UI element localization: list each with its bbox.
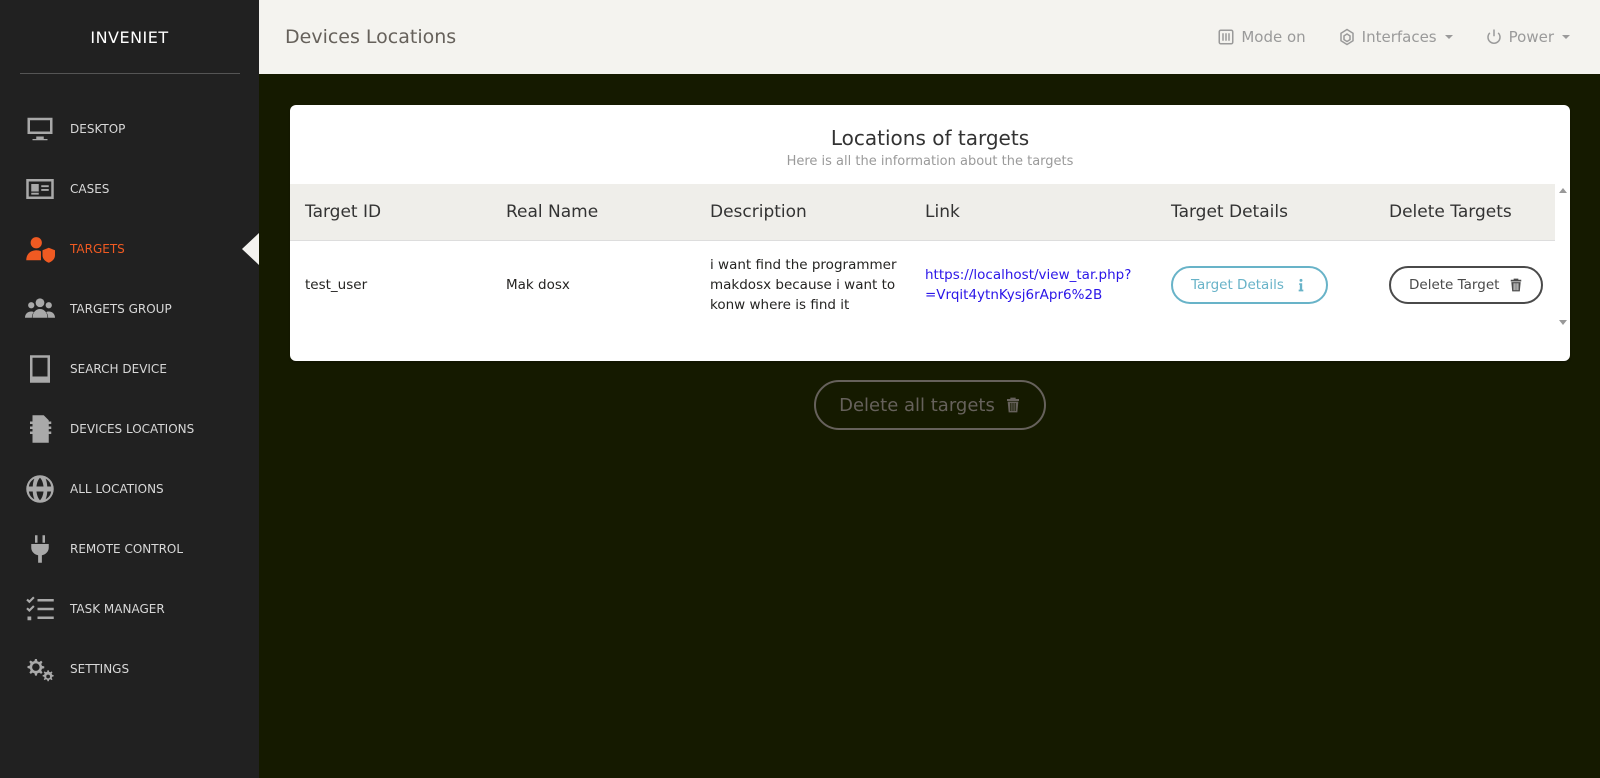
task-list-icon [25, 594, 55, 624]
tablet-icon [25, 354, 55, 384]
globe-icon [25, 474, 55, 504]
sidebar-item-label: TASK MANAGER [70, 602, 165, 616]
column-header-target-id: Target ID [290, 184, 491, 241]
equalizer-icon [1218, 29, 1234, 45]
table-row: test_user Mak dosx i want find the progr… [290, 240, 1555, 330]
power-label: Power [1508, 28, 1554, 46]
page-title: Devices Locations [285, 26, 457, 48]
sidebar-item-remote-control[interactable]: REMOTE CONTROL [0, 519, 259, 579]
mode-toggle[interactable]: Mode on [1217, 28, 1306, 46]
card-title: Locations of targets [830, 126, 1030, 150]
power-dropdown[interactable]: Power [1485, 28, 1570, 46]
active-indicator [242, 233, 259, 265]
top-navbar: Devices Locations Mode on Interfaces Pow… [259, 0, 1600, 74]
sidebar-item-devices-locations[interactable]: DEVICES LOCATIONS [0, 399, 259, 459]
chevron-down-icon [1444, 35, 1453, 39]
sidebar-item-desktop[interactable]: DESKTOP [0, 99, 259, 159]
trash-icon [1006, 397, 1019, 413]
column-header-description: Description [695, 184, 910, 241]
card-subtitle: Here is all the information about the ta… [786, 154, 1074, 169]
sidebar-item-label: CASES [70, 182, 110, 196]
id-card-icon [25, 174, 55, 204]
power-icon [1486, 29, 1501, 44]
cell-delete-target: Delete Target [1374, 240, 1555, 330]
user-shield-icon [25, 234, 55, 264]
users-icon [25, 294, 55, 324]
chevron-down-icon [1562, 35, 1570, 39]
cell-link: https://localhost/view_tar.php?=Vrqit4yt… [910, 240, 1156, 330]
target-details-button[interactable]: Target Details [1171, 266, 1328, 305]
table-scrollbar[interactable] [1555, 184, 1570, 329]
sidebar-item-task-manager[interactable]: TASK MANAGER [0, 579, 259, 639]
sidebar-item-label: DEVICES LOCATIONS [70, 422, 195, 436]
interfaces-icon [1339, 28, 1354, 46]
delete-target-button[interactable]: Delete Target [1389, 266, 1544, 305]
scroll-up-arrow-icon[interactable] [1559, 188, 1567, 193]
sidebar-item-targets[interactable]: TARGETS [0, 219, 259, 279]
plug-icon [25, 534, 55, 564]
sidebar-item-label: REMOTE CONTROL [70, 542, 184, 556]
trash-icon [1511, 278, 1522, 292]
sim-card-icon [25, 414, 55, 444]
header-actions: Mode on Interfaces Power [1217, 0, 1570, 74]
column-header-delete-targets: Delete Targets [1374, 184, 1555, 241]
cell-target-id: test_user [305, 277, 368, 294]
sidebar: INVENIET DESKTOP CASES TARGETS TARGETS G… [0, 0, 259, 778]
monitor-icon [25, 114, 55, 144]
target-details-label: Target Details [1191, 277, 1284, 294]
sidebar-nav: DESKTOP CASES TARGETS TARGETS GROUP SEAR… [0, 99, 259, 699]
column-header-target-details: Target Details [1156, 184, 1374, 241]
targets-table-wrapper: Target ID Real Name Description Link Tar… [290, 184, 1555, 330]
sidebar-item-targets-group[interactable]: TARGETS GROUP [0, 279, 259, 339]
gears-icon [25, 654, 55, 684]
sidebar-item-label: SEARCH DEVICE [70, 362, 167, 376]
sidebar-item-label: DESKTOP [70, 122, 126, 136]
sidebar-item-label: ALL LOCATIONS [70, 482, 164, 496]
sidebar-item-search-device[interactable]: SEARCH DEVICE [0, 339, 259, 399]
scroll-down-arrow-icon[interactable] [1559, 320, 1567, 325]
brand-logo[interactable]: INVENIET [0, 0, 259, 74]
targets-table: Target ID Real Name Description Link Tar… [290, 184, 1555, 330]
delete-target-label: Delete Target [1409, 277, 1500, 294]
delete-all-label: Delete all targets [839, 394, 995, 416]
table-header-row: Target ID Real Name Description Link Tar… [290, 184, 1555, 241]
sidebar-item-label: SETTINGS [70, 662, 130, 676]
column-header-link: Link [910, 184, 1156, 241]
delete-all-targets-button[interactable]: Delete all targets [814, 380, 1046, 430]
sidebar-item-settings[interactable]: SETTINGS [0, 639, 259, 699]
sidebar-item-all-locations[interactable]: ALL LOCATIONS [0, 459, 259, 519]
targets-card: Locations of targets Here is all the inf… [290, 105, 1570, 361]
cell-target-details: Target Details [1156, 240, 1374, 330]
column-header-real-name: Real Name [491, 184, 695, 241]
cell-real-name: Mak dosx [506, 277, 570, 294]
sidebar-item-label: TARGETS GROUP [70, 302, 172, 316]
interfaces-label: Interfaces [1361, 28, 1437, 46]
sidebar-item-label: TARGETS [70, 242, 125, 256]
target-link[interactable]: https://localhost/view_tar.php?=Vrqit4yt… [925, 267, 1131, 303]
info-icon [1298, 279, 1304, 292]
interfaces-dropdown[interactable]: Interfaces [1338, 28, 1453, 46]
sidebar-item-cases[interactable]: CASES [0, 159, 259, 219]
brand-divider [20, 73, 240, 74]
mode-label: Mode on [1241, 28, 1306, 46]
cell-description: i want find the programmer makdosx becau… [710, 257, 897, 314]
